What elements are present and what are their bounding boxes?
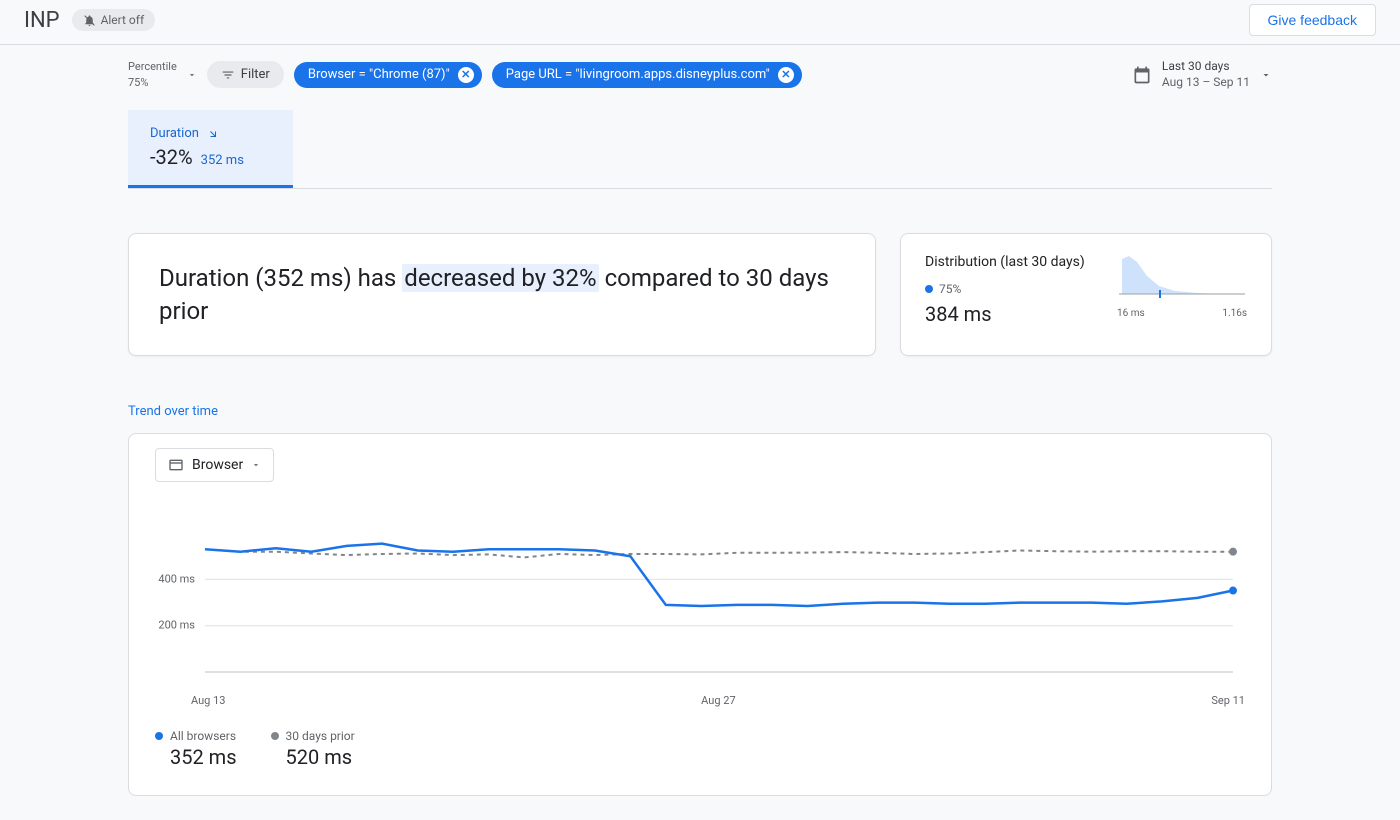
filter-icon	[221, 68, 235, 82]
browser-icon	[168, 457, 184, 473]
x-label-0: Aug 13	[191, 694, 225, 707]
distribution-chart: 16 ms 1.16s	[1117, 254, 1247, 319]
legend-name: All browsers	[170, 729, 236, 743]
date-range-selector[interactable]: Last 30 days Aug 13 – Sep 11	[1132, 59, 1272, 90]
header-left: INP Alert off	[24, 8, 155, 33]
dist-min: 16 ms	[1117, 308, 1145, 319]
give-feedback-button[interactable]: Give feedback	[1249, 4, 1377, 36]
distribution-percentile: 75%	[939, 282, 961, 296]
legend-row: All browsers 352 ms 30 days prior 520 ms	[155, 729, 1245, 769]
alert-toggle[interactable]: Alert off	[72, 9, 156, 31]
distribution-card: Distribution (last 30 days) 75% 384 ms 1…	[900, 233, 1272, 356]
filter-row: Percentile 75% Filter Browser = "Chrome …	[128, 59, 1272, 90]
filter-button[interactable]: Filter	[207, 61, 284, 88]
distribution-value: 384 ms	[925, 302, 1085, 326]
legend-name: 30 days prior	[286, 729, 355, 743]
close-icon[interactable]: ✕	[458, 67, 474, 83]
trend-chart: 200 ms 400 ms Aug 13 Aug 27 Sep 11	[155, 500, 1245, 707]
summary-highlight: decreased by 32%	[402, 264, 598, 292]
tab-name: Duration	[150, 126, 199, 141]
x-label-2: Sep 11	[1211, 694, 1245, 707]
percentile-label: Percentile	[128, 59, 177, 74]
legend-value: 520 ms	[286, 745, 355, 769]
dot-icon	[155, 732, 163, 740]
filter-label: Filter	[241, 67, 270, 82]
header-bar: INP Alert off Give feedback	[0, 0, 1400, 45]
percentile-selector[interactable]: Percentile 75%	[128, 59, 197, 90]
filter-chip-browser[interactable]: Browser = "Chrome (87)" ✕	[294, 62, 482, 88]
distribution-title: Distribution (last 30 days)	[925, 254, 1085, 270]
summary-card: Duration (352 ms) has decreased by 32% c…	[128, 233, 876, 356]
summary-row: Duration (352 ms) has decreased by 32% c…	[128, 233, 1272, 356]
bell-off-icon	[83, 14, 96, 27]
page-title: INP	[24, 8, 60, 33]
summary-text: Duration (352 ms) has decreased by 32% c…	[159, 262, 845, 327]
chevron-down-icon	[187, 70, 197, 80]
percentile-value: 75%	[128, 75, 177, 90]
tab-row: Duration -32% 352 ms	[128, 110, 1272, 189]
alert-label: Alert off	[101, 13, 145, 27]
calendar-icon	[1132, 65, 1152, 85]
chip-label: Page URL = "livingroom.apps.disneyplus.c…	[506, 67, 770, 82]
tab-ms: 352 ms	[201, 153, 244, 168]
tab-duration[interactable]: Duration -32% 352 ms	[128, 110, 293, 188]
x-label-1: Aug 27	[701, 694, 735, 707]
chevron-down-icon	[1260, 69, 1272, 81]
legend-all-browsers: All browsers 352 ms	[155, 729, 237, 769]
dot-icon	[925, 285, 933, 293]
legend-value: 352 ms	[170, 745, 237, 769]
trend-card: Browser 200 ms 400 ms Aug 13 Aug 27 Sep 1…	[128, 433, 1272, 796]
chip-label: Browser = "Chrome (87)"	[308, 67, 450, 82]
browser-selector[interactable]: Browser	[155, 448, 274, 482]
date-main: Last 30 days	[1162, 59, 1250, 75]
dot-icon	[271, 732, 279, 740]
legend-30-days-prior: 30 days prior 520 ms	[271, 729, 355, 769]
chevron-down-icon	[251, 460, 261, 470]
arrow-down-right-icon	[207, 128, 219, 140]
browser-label: Browser	[192, 457, 243, 473]
trend-title: Trend over time	[128, 404, 1272, 419]
close-icon[interactable]: ✕	[778, 67, 794, 83]
dist-max: 1.16s	[1222, 308, 1247, 319]
svg-text:400 ms: 400 ms	[158, 572, 195, 585]
filter-chip-pageurl[interactable]: Page URL = "livingroom.apps.disneyplus.c…	[492, 62, 802, 88]
content: Percentile 75% Filter Browser = "Chrome …	[0, 45, 1400, 820]
summary-pre: Duration (352 ms) has	[159, 264, 402, 292]
filter-left: Percentile 75% Filter Browser = "Chrome …	[128, 59, 802, 90]
date-sub: Aug 13 – Sep 11	[1162, 75, 1250, 91]
svg-text:200 ms: 200 ms	[158, 619, 195, 632]
tab-percent: -32%	[150, 145, 193, 169]
